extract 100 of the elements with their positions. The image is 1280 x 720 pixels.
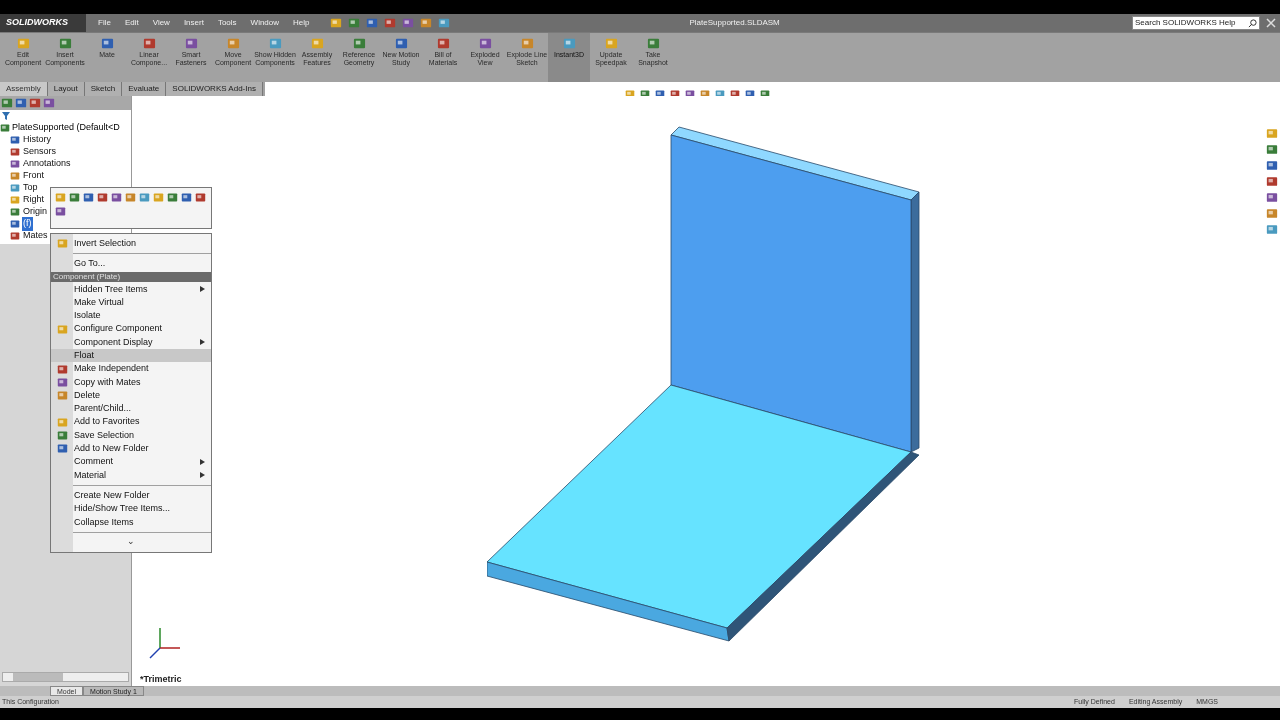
menu-item[interactable]: Tools [217, 17, 237, 29]
ribbon-icon [352, 37, 366, 50]
ribbon-icon [436, 37, 450, 50]
tree-item[interactable]: Top [22, 181, 39, 195]
context-tool-icon [111, 192, 122, 203]
toolbar-icon [419, 17, 432, 29]
tree-item-icon [10, 231, 20, 241]
ribbon-icon [142, 37, 156, 50]
menu-item-icon [56, 416, 68, 428]
ribbon-icon [268, 37, 282, 50]
context-tool-icon [55, 192, 66, 203]
menu-item-icon [56, 376, 68, 388]
tree-item-icon [10, 183, 20, 193]
context-tool-icon [195, 192, 206, 203]
command-tab[interactable]: Sketch [84, 82, 123, 96]
context-menu-item[interactable]: Configure Component [51, 322, 211, 336]
ribbon-icon [310, 37, 324, 50]
context-menu-item[interactable]: Delete [51, 388, 211, 403]
tree-item[interactable]: Right [22, 193, 45, 207]
command-tab[interactable]: SOLIDWORKS Add-Ins [166, 82, 263, 96]
tree-item-icon [10, 159, 20, 169]
close-icon[interactable] [1266, 18, 1276, 28]
submenu-arrow-icon [200, 286, 205, 293]
context-menu-item[interactable]: Float [51, 349, 211, 363]
menu-item[interactable]: Help [293, 17, 310, 29]
tree-item[interactable]: Annotations [22, 157, 72, 171]
context-menu-item[interactable]: Hide/Show Tree Items... [51, 502, 211, 516]
context-menu-item[interactable]: Add to Favorites [51, 415, 211, 429]
tree-item-icon [10, 219, 20, 229]
expand-menu-button[interactable]: ⌄ [51, 535, 211, 546]
context-menu-item[interactable]: Copy with Mates [51, 375, 211, 389]
command-tab[interactable]: Assembly [0, 82, 48, 96]
context-menu-item[interactable]: Make Independent [51, 362, 211, 376]
context-menu-item[interactable]: Material [51, 468, 211, 483]
toolbar-icon [365, 17, 378, 29]
panel-tab-icon [43, 97, 55, 109]
view-orientation-label: *Trimetric [140, 673, 182, 686]
tree-item-icon [10, 171, 20, 181]
context-menu-item[interactable]: Parent/Child... [51, 402, 211, 416]
ribbon-icon [16, 37, 30, 50]
ribbon-icon [604, 37, 618, 50]
menu-item-icon [56, 430, 68, 441]
command-tab[interactable]: Layout [47, 82, 85, 96]
tree-item[interactable]: Sensors [22, 145, 58, 159]
context-menu-item[interactable]: Add to New Folder [51, 442, 211, 456]
tree-item[interactable]: History [22, 133, 52, 147]
filter-icon[interactable] [2, 112, 10, 120]
ribbon-icon [520, 37, 534, 50]
toolbar-icon [401, 17, 414, 29]
context-menu-item[interactable]: Go To... [51, 257, 211, 271]
context-tool-icon [139, 192, 150, 203]
ribbon-icon [226, 37, 240, 50]
context-tool-icon [69, 192, 80, 203]
context-menu-item[interactable]: Collapse Items [51, 515, 211, 529]
scrollbar-thumb[interactable] [13, 673, 63, 681]
tree-item-icon [10, 135, 20, 145]
ribbon-icon [562, 37, 576, 50]
menu-item-icon [56, 323, 68, 335]
context-menu-item[interactable]: Component Display [51, 335, 211, 350]
context-tool-icon [167, 192, 178, 203]
context-tool-icon [125, 192, 136, 203]
context-tool-icon [97, 192, 108, 203]
context-menu-item[interactable]: Save Selection [51, 428, 211, 443]
app-logo: SOLIDWORKS [0, 14, 86, 32]
menu-item-icon [56, 238, 68, 250]
tree-root[interactable]: PlateSupported (Default<D [12, 121, 120, 135]
tree-item-icon [10, 207, 20, 217]
toolbar-icon [437, 17, 450, 29]
tree-item[interactable]: Mates [22, 229, 49, 243]
context-tool-icon [83, 192, 94, 203]
menu-item-icon [56, 443, 68, 455]
search-field[interactable]: Search SOLIDWORKS Help [1132, 16, 1260, 30]
ribbon-icon [478, 37, 492, 50]
command-tab[interactable]: Evaluate [122, 82, 167, 96]
context-menu-item[interactable]: Create New Folder [51, 489, 211, 503]
menu-item[interactable]: Insert [183, 17, 204, 29]
context-tool-icon [55, 206, 66, 217]
tree-item[interactable]: (f) [22, 217, 33, 231]
tree-item-icon [10, 147, 20, 157]
context-menu-item[interactable]: Make Virtual [51, 295, 211, 310]
context-menu-item[interactable]: Isolate [51, 309, 211, 323]
menu-item[interactable]: File [98, 17, 111, 29]
ribbon-icon [184, 37, 198, 50]
context-tool-icon [181, 192, 192, 203]
toolbar-icon [347, 17, 360, 29]
menu-item[interactable]: View [152, 17, 170, 29]
tree-item-icon [10, 195, 20, 205]
panel-tab-icon [15, 97, 27, 109]
window-title: PlateSupported.SLDASM [689, 17, 780, 29]
toolbar-icon [329, 17, 342, 29]
menu-item-icon [56, 363, 68, 375]
tree-item[interactable]: Front [22, 169, 45, 183]
context-menu-item[interactable]: Hidden Tree Items [51, 282, 211, 296]
menu-section-header: Component (Plate) [51, 271, 211, 282]
ribbon-icon [100, 37, 114, 50]
context-menu-item[interactable]: Comment [51, 455, 211, 469]
context-menu-item[interactable]: Invert Selection [51, 237, 211, 251]
tree-item[interactable]: Origin [22, 205, 48, 219]
menu-item[interactable]: Edit [124, 17, 139, 29]
menu-item[interactable]: Window [250, 17, 280, 29]
